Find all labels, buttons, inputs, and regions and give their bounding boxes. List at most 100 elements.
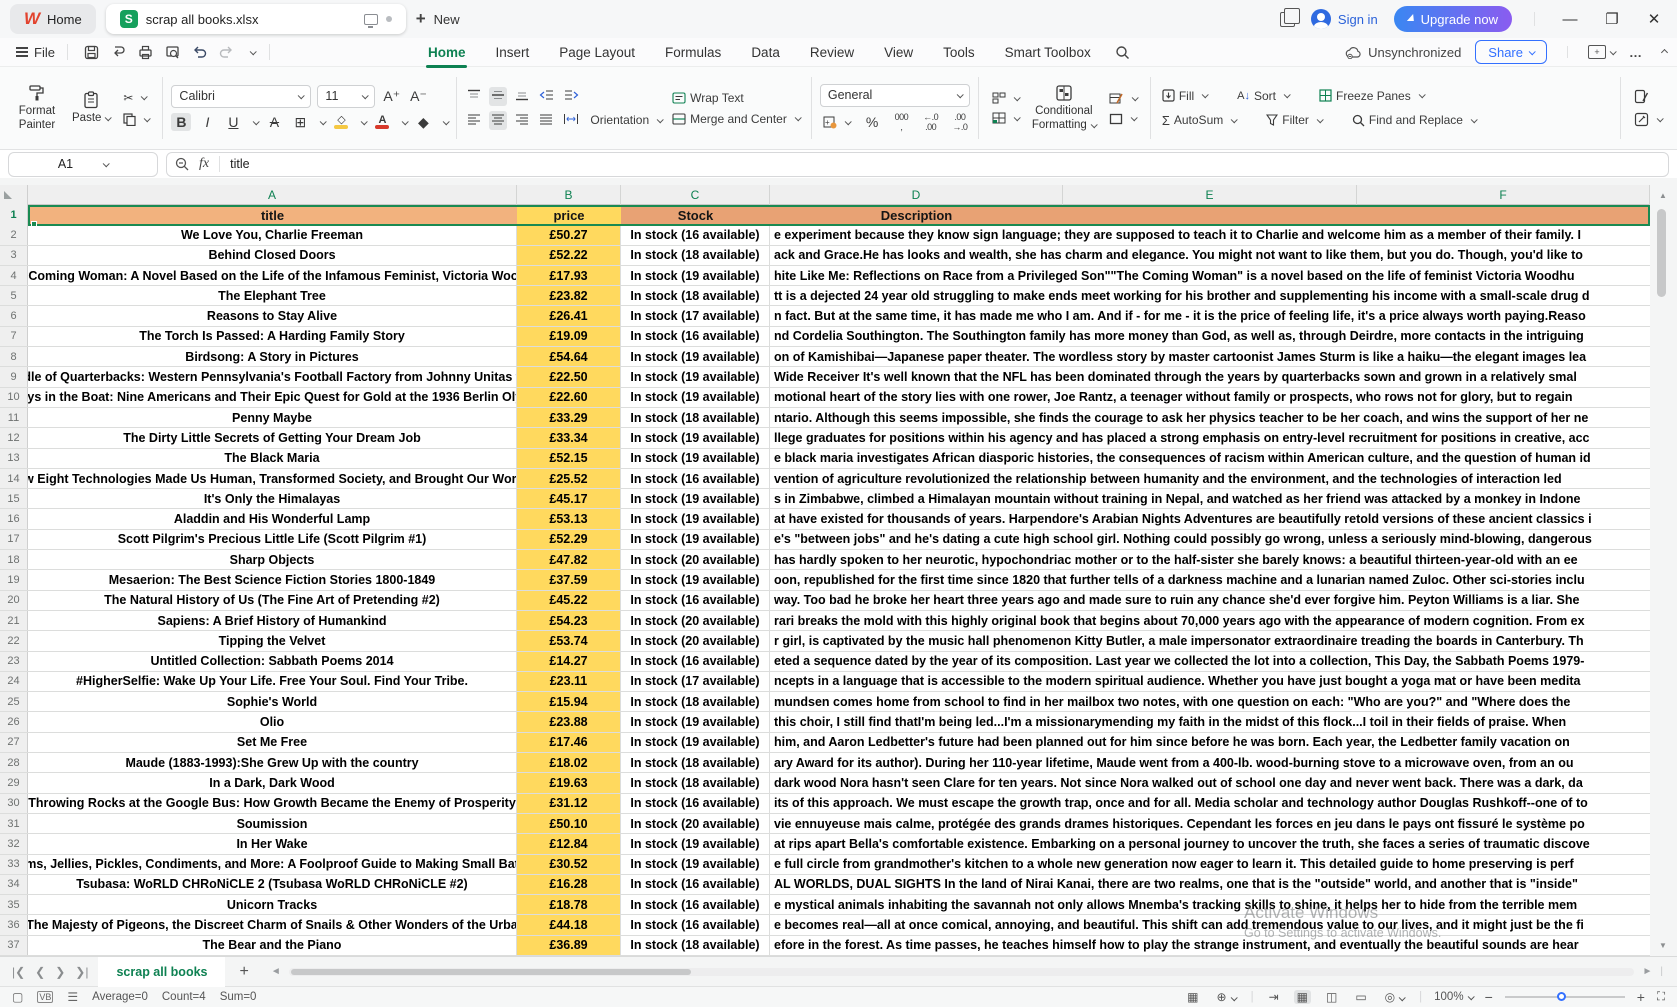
vertical-scroll-thumb[interactable] [1657,209,1666,297]
borders-button[interactable]: ⊞ [290,113,310,132]
cell-description[interactable]: at have existed for thousands of years. … [770,509,1650,528]
unsaved-dot-icon[interactable] [386,16,392,22]
align-left-button[interactable] [465,111,483,130]
cell-stock[interactable]: In stock (18 available) [621,773,770,792]
column-header-E[interactable]: E [1063,185,1357,205]
increase-decimal-button[interactable]: ←.0.00 [921,112,941,133]
cell-stock[interactable]: In stock (19 available) [621,347,770,366]
cell-stock[interactable]: In stock (16 available) [621,875,770,894]
cell-title[interactable]: Sophie's World [28,692,517,711]
align-right-button[interactable] [513,111,531,130]
page-layout-view-icon[interactable]: ▭ [1352,990,1369,1004]
cell-price[interactable]: £26.41 [517,306,621,325]
strikethrough-button[interactable]: A [264,113,284,131]
cell-price[interactable]: £54.64 [517,347,621,366]
menu-tab-home[interactable]: Home [426,42,468,63]
cell-stock[interactable]: In stock (19 available) [621,855,770,874]
share-button[interactable]: Share [1475,40,1547,64]
cell-stock[interactable]: In stock (19 available) [621,266,770,285]
cell-border-button[interactable] [1106,112,1140,126]
cell-stock[interactable]: In stock (16 available) [621,915,770,934]
menu-tab-page-layout[interactable]: Page Layout [557,42,637,63]
cell-title[interactable]: Boys in the Boat: Nine Americans and The… [28,388,517,407]
row-number[interactable]: 6 [0,306,28,325]
cell-title[interactable]: #HigherSelfie: Wake Up Your Life. Free Y… [28,672,517,691]
row-number[interactable]: 5 [0,286,28,305]
row-number[interactable]: 25 [0,692,28,711]
cell-description[interactable]: mundsen comes home from school to find i… [770,692,1650,711]
row-number[interactable]: 7 [0,327,28,346]
conditional-formatting-button[interactable]: Conditional Formatting [1026,71,1102,145]
column-header-F[interactable]: F [1357,185,1650,205]
row-number[interactable]: 37 [0,936,28,955]
menu-tab-insert[interactable]: Insert [493,42,531,63]
save-icon[interactable] [84,45,99,60]
row-number[interactable]: 17 [0,530,28,549]
cell-stock[interactable]: In stock (18 available) [621,408,770,427]
cell-stock[interactable]: In stock (16 available) [621,895,770,914]
decrease-indent-button[interactable] [537,87,556,106]
column-header-D[interactable]: D [770,185,1063,205]
find-replace-button[interactable]: Find and Replace [1349,112,1479,128]
cell-description[interactable]: tt is a dejected 24 year old struggling … [770,286,1650,305]
cell-description[interactable]: e black maria investigates African diasp… [770,449,1650,468]
cell-description[interactable]: rari breaks the mold with this highly or… [770,611,1650,630]
cell-price[interactable]: £12.84 [517,834,621,853]
scroll-up-icon[interactable]: ▲ [1659,191,1667,200]
cell-stock[interactable]: In stock (19 available) [621,509,770,528]
zoom-slider-knob[interactable] [1557,992,1566,1001]
row-number[interactable]: 33 [0,855,28,874]
search-icon[interactable] [1115,45,1130,60]
menu-tab-review[interactable]: Review [808,42,856,63]
cell-title[interactable]: Mesaerion: The Best Science Fiction Stor… [28,570,517,589]
cell-title[interactable]: It's Only the Himalayas [28,489,517,508]
export-icon[interactable] [111,45,126,60]
cell-title[interactable]: Behind Closed Doors [28,246,517,265]
font-name-select[interactable]: Calibri [171,85,311,108]
cell-description[interactable]: dark wood Nora hasn't seen Clare for ten… [770,773,1650,792]
macro-icon[interactable]: VB [37,991,53,1003]
home-tab[interactable]: W Home [10,4,96,34]
cell-price[interactable]: £15.94 [517,692,621,711]
cell-price[interactable]: £14.27 [517,652,621,671]
next-sheet-icon[interactable]: ❯ [55,965,65,979]
align-middle-button[interactable] [489,87,507,106]
cell-title[interactable]: The Torch Is Passed: A Harding Family St… [28,327,517,346]
decrease-decimal-button[interactable]: .00→.0 [950,112,970,133]
cell-title[interactable]: Throwing Rocks at the Google Bus: How Gr… [28,794,517,813]
autosum-button[interactable]: ΣAutoSum [1159,112,1239,129]
window-switcher-icon[interactable] [1280,12,1295,27]
cell-title[interactable]: Olio [28,712,517,731]
cell-description[interactable]: motional heart of the story lies with on… [770,388,1650,407]
cell-description[interactable]: this choir, I still find thatI'm being l… [770,712,1650,731]
menu-tab-formulas[interactable]: Formulas [663,42,723,63]
row-number[interactable]: 16 [0,509,28,528]
row-number[interactable]: 27 [0,733,28,752]
cell-stock[interactable]: In stock (16 available) [621,469,770,488]
upgrade-button[interactable]: Upgrade now [1394,6,1512,32]
paste-button[interactable]: Paste [66,71,116,145]
hscroll-left-icon[interactable]: ◄ [271,966,281,977]
cell-title[interactable]: Tsubasa: WoRLD CHRoNiCLE 2 (Tsubasa WoRL… [28,875,517,894]
cell-description[interactable]: its of this approach. We must escape the… [770,794,1650,813]
menu-tab-smart-toolbox[interactable]: Smart Toolbox [1003,42,1093,63]
restore-button[interactable]: ❐ [1599,10,1625,28]
row-number[interactable]: 22 [0,631,28,650]
cell-stock[interactable]: In stock (20 available) [621,550,770,569]
menu-tab-tools[interactable]: Tools [941,42,977,63]
first-sheet-icon[interactable]: |❮ [12,965,25,979]
cell-description[interactable]: way. Too bad he broke her heart three ye… [770,591,1650,610]
vertical-scrollbar[interactable]: ▲ ▼ [1650,185,1677,956]
cell-stock[interactable]: In stock (16 available) [621,652,770,671]
cell-stock[interactable]: In stock (19 available) [621,570,770,589]
cell-price[interactable]: £18.78 [517,895,621,914]
cell-title[interactable]: The Dirty Little Secrets of Getting Your… [28,428,517,447]
cell-description[interactable]: Wide Receiver It's well known that the N… [770,367,1650,386]
cell-title[interactable]: Penny Maybe [28,408,517,427]
cell-stock[interactable]: In stock (16 available) [621,591,770,610]
cell-title[interactable]: Birdsong: A Story in Pictures [28,347,517,366]
cell-description[interactable]: on of Kamishibai—Japanese paper theater.… [770,347,1650,366]
cell-title[interactable]: The Bear and the Piano [28,936,517,955]
cell-title[interactable]: Untitled Collection: Sabbath Poems 2014 [28,652,517,671]
select-all-corner[interactable] [0,185,28,205]
